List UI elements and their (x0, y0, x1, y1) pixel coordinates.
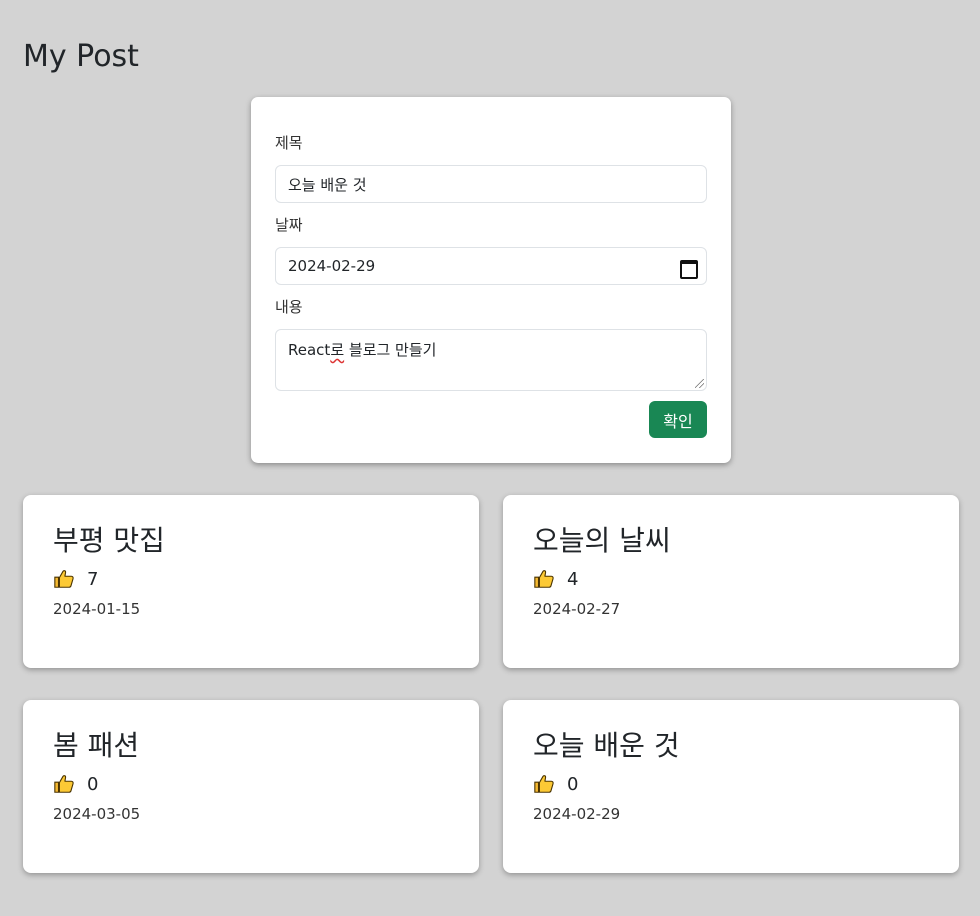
content-text-part: React (288, 341, 331, 359)
thumbs-up-icon[interactable] (53, 568, 75, 590)
spellcheck-flag: 로 (330, 341, 345, 359)
post-title[interactable]: 오늘의 날씨 (533, 523, 671, 559)
post-date: 2024-02-27 (533, 600, 621, 618)
content-textarea-value: React로 블로그 만들기 (288, 339, 436, 360)
post-date: 2024-01-15 (53, 600, 141, 618)
page-title: My Post (23, 39, 139, 74)
post-form-card: 제목 오늘 배운 것 날짜 2024-02-29 내용 React로 블로그 만… (251, 97, 731, 463)
post-title[interactable]: 봄 패션 (53, 728, 139, 764)
post-card[interactable]: 오늘의 날씨 4 2024-02-27 (503, 495, 959, 668)
date-label: 날짜 (275, 216, 303, 234)
like-count: 0 (87, 773, 99, 795)
post-title[interactable]: 오늘 배운 것 (533, 728, 680, 764)
like-row: 4 (533, 567, 578, 591)
date-input-value: 2024-02-29 (288, 257, 376, 275)
like-row: 0 (533, 772, 578, 796)
thumbs-up-icon[interactable] (533, 568, 555, 590)
post-title[interactable]: 부평 맛집 (53, 523, 165, 559)
thumbs-up-icon[interactable] (533, 773, 555, 795)
date-input[interactable]: 2024-02-29 (275, 247, 707, 285)
resize-handle-icon[interactable] (695, 379, 704, 388)
post-card[interactable]: 오늘 배운 것 0 2024-02-29 (503, 700, 959, 873)
like-row: 7 (53, 567, 98, 591)
title-label: 제목 (275, 134, 303, 152)
title-input-value: 오늘 배운 것 (288, 175, 367, 194)
content-text-part: 블로그 만들기 (344, 341, 437, 359)
submit-button[interactable]: 확인 (649, 401, 707, 438)
post-card[interactable]: 부평 맛집 7 2024-01-15 (23, 495, 479, 668)
like-row: 0 (53, 772, 98, 796)
title-input[interactable]: 오늘 배운 것 (275, 165, 707, 203)
like-count: 7 (87, 568, 99, 590)
post-date: 2024-02-29 (533, 805, 621, 823)
post-card[interactable]: 봄 패션 0 2024-03-05 (23, 700, 479, 873)
thumbs-up-icon[interactable] (53, 773, 75, 795)
calendar-icon[interactable] (680, 259, 698, 279)
content-label: 내용 (275, 298, 303, 316)
like-count: 0 (567, 773, 579, 795)
content-textarea[interactable]: React로 블로그 만들기 (275, 329, 707, 391)
like-count: 4 (567, 568, 579, 590)
post-date: 2024-03-05 (53, 805, 141, 823)
